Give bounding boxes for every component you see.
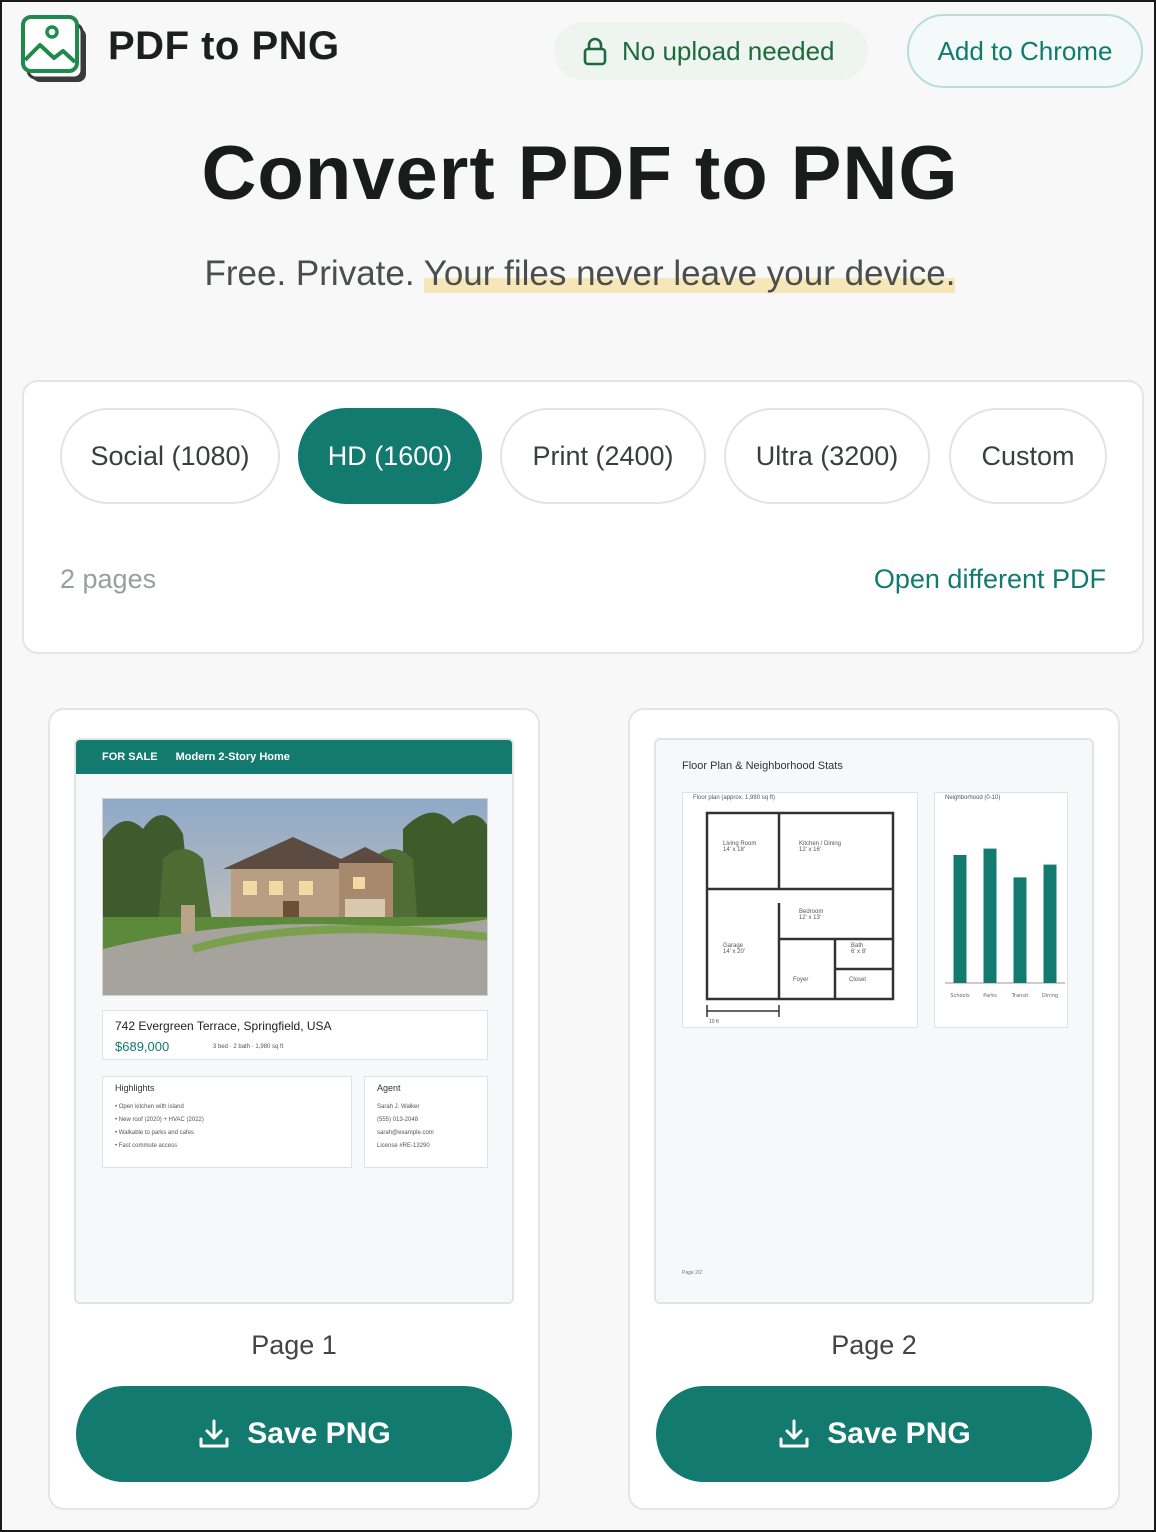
preset-social[interactable]: Social (1080)	[60, 408, 280, 504]
subtitle-plain: Free. Private.	[204, 254, 415, 293]
room-dims: 12' x 16'	[799, 847, 821, 853]
chart-bar	[983, 848, 997, 983]
highlight-item: • Walkable to parks and cafes	[115, 1130, 194, 1136]
room-dims: 14' x 20'	[723, 949, 745, 955]
chart-category-label: Transit	[1011, 993, 1029, 999]
save-png-button[interactable]: Save PNG	[76, 1386, 512, 1482]
chart-bar	[1013, 877, 1027, 983]
agent-line: Sarah J. Walker	[377, 1104, 420, 1110]
house-photo	[102, 798, 488, 996]
preset-hd[interactable]: HD (1600)	[298, 408, 482, 504]
highlights-list: • Open kitchen with island • New roof (2…	[115, 1101, 204, 1153]
room-dims: 14' x 18'	[723, 847, 745, 853]
chart-category-label: Schools	[950, 993, 970, 999]
preset-ultra[interactable]: Ultra (3200)	[724, 408, 930, 504]
chart-bar	[1043, 864, 1057, 983]
neighborhood-chart: Schools Parks Transit Dining	[945, 848, 1065, 999]
page-label: Page 2	[831, 1330, 917, 1360]
neighborhood-chart-box: Neighborhood (0-10) Schools Parks Transit D…	[934, 792, 1068, 1028]
preview-title: Floor Plan & Neighborhood Stats	[682, 760, 843, 772]
room-name: Foyer	[793, 977, 809, 983]
chart-category-label: Parks	[983, 993, 997, 999]
room-label: Kitchen / Dining 12' x 16'	[799, 841, 841, 853]
save-png-button[interactable]: Save PNG	[656, 1386, 1092, 1482]
page-title: Convert PDF to PNG	[201, 131, 959, 216]
no-upload-badge: No upload needed	[554, 22, 868, 80]
listing-address: 742 Evergreen Terrace, Springfield, USA	[115, 1019, 332, 1033]
subtitle-highlight: Your files never leave your device.	[423, 254, 956, 293]
banner-title: Modern 2-Story Home	[175, 751, 290, 763]
badge-label: No upload needed	[622, 35, 835, 66]
floor-plan-box: Floor plan (approx. 1,980 sq ft) Living …	[682, 792, 918, 1028]
agent-line: (555) 013-2048	[377, 1117, 419, 1123]
room-label: Bedroom 12' x 13'	[799, 909, 823, 921]
save-png-label: Save PNG	[247, 1417, 391, 1450]
banner-tag: FOR SALE	[102, 751, 158, 763]
download-icon	[779, 1419, 809, 1448]
page-card-2: Floor Plan & Neighborhood Stats Floor pl…	[628, 708, 1120, 1510]
preview-banner: FOR SALE Modern 2-Story Home	[76, 740, 512, 774]
brand-name: PDF to PNG	[108, 24, 340, 68]
chart-caption: Neighborhood (0-10)	[945, 795, 1001, 801]
page-count: 2 pages	[60, 564, 157, 594]
add-to-chrome-button[interactable]: Add to Chrome	[907, 14, 1143, 88]
room-label: Garage 14' x 20'	[723, 943, 745, 955]
room-dims: 12' x 13'	[799, 915, 821, 921]
chart-category-label: Dining	[1042, 993, 1058, 999]
highlight-item: • New roof (2020) + HVAC (2022)	[115, 1117, 204, 1123]
page-footer: Page 2/2	[682, 1270, 703, 1276]
highlights-box: Highlights • Open kitchen with island • …	[102, 1076, 352, 1168]
highlight-item: • Fast commute access	[115, 1143, 178, 1149]
page-preview-1[interactable]: FOR SALE Modern 2-Story Home 742 Evergre…	[74, 738, 514, 1304]
listing-summary: 742 Evergreen Terrace, Springfield, USA …	[102, 1010, 488, 1060]
agent-box: Agent Sarah J. Walker (555) 013-2048 sar…	[364, 1076, 488, 1168]
lock-icon	[583, 37, 607, 66]
agent-title: Agent	[377, 1083, 401, 1093]
room-label: Bath 6' x 8'	[851, 943, 866, 955]
resolution-panel: Social (1080) HD (1600) Print (2400) Ult…	[22, 380, 1144, 654]
app-header: PDF to PNG No upload needed Add to Chrom…	[2, 2, 1156, 98]
room-dims: 6' x 8'	[851, 949, 867, 955]
image-stack-icon[interactable]	[20, 14, 92, 86]
agent-details: Sarah J. Walker (555) 013-2048 sarah@exa…	[377, 1101, 434, 1153]
floor-plan-caption: Floor plan (approx. 1,980 sq ft)	[693, 795, 776, 801]
save-png-label: Save PNG	[827, 1417, 971, 1450]
open-different-pdf-link[interactable]: Open different PDF	[874, 564, 1106, 595]
page-card-1: FOR SALE Modern 2-Story Home 742 Evergre…	[48, 708, 540, 1510]
listing-price: $689,000	[115, 1039, 170, 1054]
highlight-item: • Open kitchen with island	[115, 1104, 184, 1110]
room-label: Living Room 14' x 18'	[723, 841, 756, 853]
agent-line: License #RE-13290	[377, 1143, 430, 1149]
chart-bar	[953, 855, 967, 983]
download-icon	[199, 1419, 229, 1448]
preset-print[interactable]: Print (2400)	[500, 408, 706, 504]
agent-line: sarah@example.com	[377, 1130, 434, 1136]
listing-meta: 3 bed · 2 bath · 1,980 sq ft	[213, 1044, 284, 1050]
scale-label: 10 ft	[709, 1019, 719, 1025]
preset-custom[interactable]: Custom	[949, 408, 1107, 504]
hero-subtitle: Free. Private. Your files never leave yo…	[2, 254, 1156, 294]
house-image	[103, 799, 487, 995]
highlights-title: Highlights	[115, 1083, 155, 1093]
room-name: Closet	[849, 977, 867, 983]
page-label: Page 1	[251, 1330, 337, 1360]
page-preview-2[interactable]: Floor Plan & Neighborhood Stats Floor pl…	[654, 738, 1094, 1304]
